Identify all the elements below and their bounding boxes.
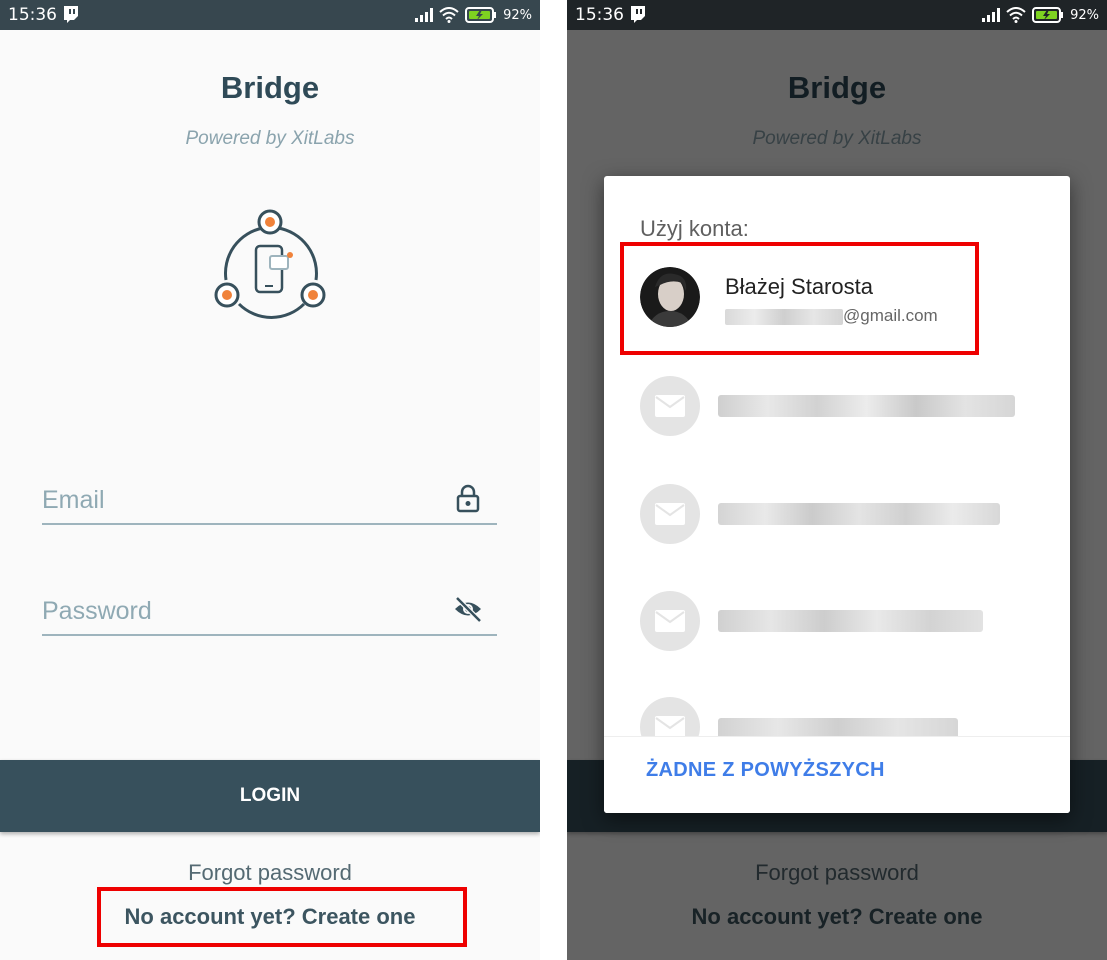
email-field[interactable]: Email [42,463,497,525]
none-of-above-button[interactable]: ŻADNE Z POWYŻSZYCH [646,759,885,782]
twitch-icon [64,6,78,23]
status-bar: 15:36 92% [0,0,540,30]
mail-icon [655,503,685,525]
highlight-box [620,242,979,355]
login-button[interactable]: LOGIN [0,760,540,832]
email-label: Email [42,486,105,514]
login-screen: 15:36 92% Bridge Powered by XitLabs Emai… [0,0,540,960]
highlight-box [97,887,467,947]
blurred-email [718,503,1000,525]
mail-avatar [640,591,700,651]
account-picker-screen: 15:36 92% Bridge Pow [567,0,1107,960]
status-time: 15:36 [8,5,57,25]
dialog-title: Użyj konta: [640,216,749,241]
divider [604,736,1070,737]
signal-icon [982,8,1001,22]
forgot-password-link[interactable]: Forgot password [0,860,540,886]
battery-level: 92% [1070,7,1099,23]
eye-off-icon[interactable] [453,594,483,624]
lock-icon [456,484,480,513]
mail-icon [655,395,685,417]
password-field[interactable]: Password [42,574,497,636]
battery-level: 92% [503,7,532,23]
blurred-email [718,610,983,632]
blurred-email [718,395,1015,417]
twitch-icon [631,6,645,23]
app-subtitle: Powered by XitLabs [185,128,355,149]
mail-icon [655,610,685,632]
app-title: Bridge [220,70,320,105]
mail-avatar [640,484,700,544]
battery-icon [1032,7,1064,23]
wifi-icon [439,7,459,23]
mail-icon [655,716,685,738]
mail-avatar [640,376,700,436]
wifi-icon [1006,7,1026,23]
status-bar: 15:36 92% [567,0,1107,30]
bridge-logo-icon [214,209,326,319]
battery-icon [465,7,497,23]
status-time: 15:36 [575,5,624,25]
signal-icon [415,8,434,22]
password-label: Password [42,597,152,625]
